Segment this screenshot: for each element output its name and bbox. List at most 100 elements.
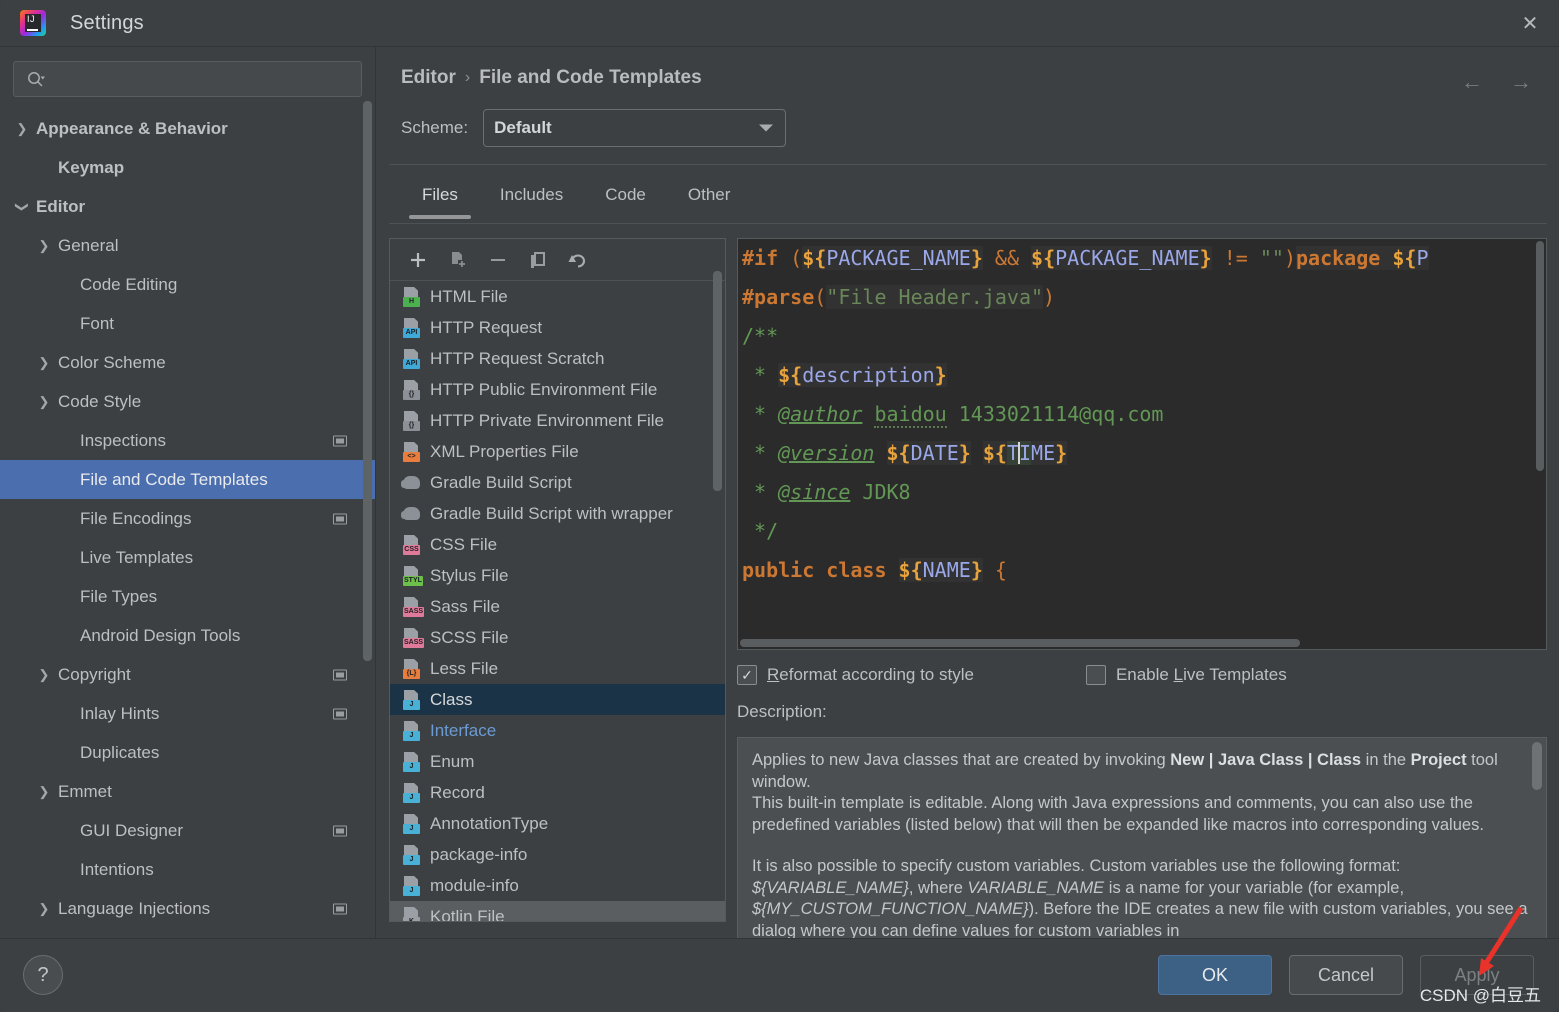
template-list-item[interactable]: STYLStylus File [390,560,725,591]
template-list-item[interactable]: SASSSCSS File [390,622,725,653]
reset-template-button[interactable] [560,243,596,277]
template-list-item[interactable]: J AnnotationType [390,808,725,839]
description-paragraph: Applies to new Java classes that are cre… [752,750,1530,793]
close-icon[interactable]: ✕ [1501,0,1559,46]
template-list-scrollbar[interactable] [713,271,722,491]
scheme-value: Default [494,118,552,138]
cancel-button[interactable]: Cancel [1289,955,1403,995]
sidebar-item-code-style[interactable]: ❯Code Style [0,382,375,421]
template-list-item[interactable]: {}HTTP Private Environment File [390,405,725,436]
breadcrumb-root[interactable]: Editor [401,67,456,89]
template-list-item[interactable]: {}HTTP Public Environment File [390,374,725,405]
template-list-item[interactable]: <>XML Properties File [390,436,725,467]
sidebar-item-file-and-code-templates[interactable]: File and Code Templates [0,460,375,499]
tab-other[interactable]: Other [667,175,752,219]
scheme-select[interactable]: Default [483,109,786,147]
template-list-item[interactable]: JClass [390,684,725,715]
template-list[interactable]: HHTML File API HTTP Request APIHTTP Request… [390,281,725,921]
sidebar-item-file-types[interactable]: File Types [0,577,375,616]
live-templates-checkbox[interactable] [1086,665,1106,685]
template-list-item[interactable]: Gradle Build Script with wrapper [390,498,725,529]
chevron-right-icon[interactable]: ❯ [34,667,54,683]
copy-template-button[interactable] [440,243,476,277]
remove-template-button[interactable] [480,243,516,277]
template-list-item[interactable]: HHTML File [390,281,725,312]
sidebar-item-gui-designer[interactable]: GUI Designer [0,811,375,850]
template-list-item-label: HTTP Request [430,318,542,338]
sidebar-item-label: File Types [80,587,157,607]
sidebar-item-general[interactable]: ❯General [0,226,375,265]
tab-code[interactable]: Code [584,175,667,219]
ok-button[interactable]: OK [1158,955,1272,995]
template-list-item[interactable]: CSSCSS File [390,529,725,560]
sidebar-item-editor[interactable]: ❯Editor [0,187,375,226]
template-list-item[interactable]: JInterface [390,715,725,746]
chevron-right-icon[interactable]: ❯ [34,394,54,410]
sidebar-item-label: Duplicates [80,743,159,763]
template-list-item[interactable]: JEnum [390,746,725,777]
breadcrumb-leaf: File and Code Templates [479,67,701,89]
help-button[interactable]: ? [23,955,63,995]
chevron-right-icon[interactable]: ❯ [34,355,54,371]
chevron-right-icon[interactable]: ❯ [34,901,54,917]
duplicate-template-button[interactable] [520,243,556,277]
template-list-item[interactable]: J Record [390,777,725,808]
template-list-item[interactable]: API HTTP Request [390,312,725,343]
template-list-item-label: module-info [430,876,519,896]
chevron-right-icon[interactable]: ❯ [34,238,54,254]
editor-vertical-scrollbar[interactable] [1536,241,1544,471]
sidebar-item-label: Font [80,314,114,334]
sidebar-item-copyright[interactable]: ❯Copyright [0,655,375,694]
chevron-right-icon[interactable]: ❯ [34,784,54,800]
tab-files[interactable]: Files [401,175,479,219]
chevron-down-icon[interactable]: ❯ [14,197,30,217]
template-list-item-label: Record [430,783,485,803]
arrow-right-icon[interactable]: → [1510,69,1532,95]
template-editor[interactable]: #if (${PACKAGE_NAME} && ${PACKAGE_NAME} … [737,238,1547,650]
sidebar-item-font[interactable]: Font [0,304,375,343]
sidebar-item-duplicates[interactable]: Duplicates [0,733,375,772]
template-list-item[interactable]: KKotlin File [390,901,725,921]
sidebar-item-color-scheme[interactable]: ❯Color Scheme [0,343,375,382]
template-list-panel: HHTML File API HTTP Request APIHTTP Request… [389,238,726,922]
code-line: * @version ${DATE} ${TIME} [738,434,1546,473]
template-list-item[interactable]: Jmodule-info [390,870,725,901]
template-list-item[interactable]: Gradle Build Script [390,467,725,498]
template-list-item[interactable]: APIHTTP Request Scratch [390,343,725,374]
editor-horizontal-scrollbar[interactable] [740,639,1300,647]
description-box[interactable]: Applies to new Java classes that are cre… [737,737,1547,965]
template-list-item[interactable]: {L}Less File [390,653,725,684]
description-paragraph: This built-in template is editable. Alon… [752,793,1530,836]
sidebar-item-android-design-tools[interactable]: Android Design Tools [0,616,375,655]
add-template-button[interactable] [400,243,436,277]
project-scope-icon [333,903,347,914]
code-line: * @since JDK8 [738,473,1546,512]
sidebar-item-emmet[interactable]: ❯Emmet [0,772,375,811]
java-record-icon: J [402,783,421,803]
http-request-icon: API [402,318,421,338]
sidebar-item-live-templates[interactable]: Live Templates [0,538,375,577]
sidebar-item-inlay-hints[interactable]: Inlay Hints [0,694,375,733]
java-annotation-icon: J [402,814,421,834]
template-list-item[interactable]: Jpackage-info [390,839,725,870]
template-list-item-label: AnnotationType [430,814,548,834]
sidebar-item-intentions[interactable]: Intentions [0,850,375,889]
sidebar-item-label: Copyright [58,665,131,685]
sidebar-item-file-encodings[interactable]: File Encodings [0,499,375,538]
gradle-icon [402,473,421,493]
tab-includes[interactable]: Includes [479,175,584,219]
arrow-left-icon[interactable]: ← [1461,69,1483,95]
sidebar-scrollbar[interactable] [363,101,372,661]
sidebar-item-appearance-behavior[interactable]: ❯Appearance & Behavior [0,109,375,148]
template-list-item[interactable]: SASSSass File [390,591,725,622]
sidebar-item-inspections[interactable]: Inspections [0,421,375,460]
sidebar-item-keymap[interactable]: Keymap [0,148,375,187]
sidebar-item-language-injections[interactable]: ❯Language Injections [0,889,375,928]
chevron-right-icon[interactable]: ❯ [12,121,32,137]
reformat-checkbox[interactable]: ✓ [737,665,757,685]
search-input[interactable] [48,62,361,96]
search-box[interactable] [13,61,362,97]
template-list-item-label: SCSS File [430,628,508,648]
description-scrollbar[interactable] [1532,742,1542,790]
sidebar-item-code-editing[interactable]: Code Editing [0,265,375,304]
